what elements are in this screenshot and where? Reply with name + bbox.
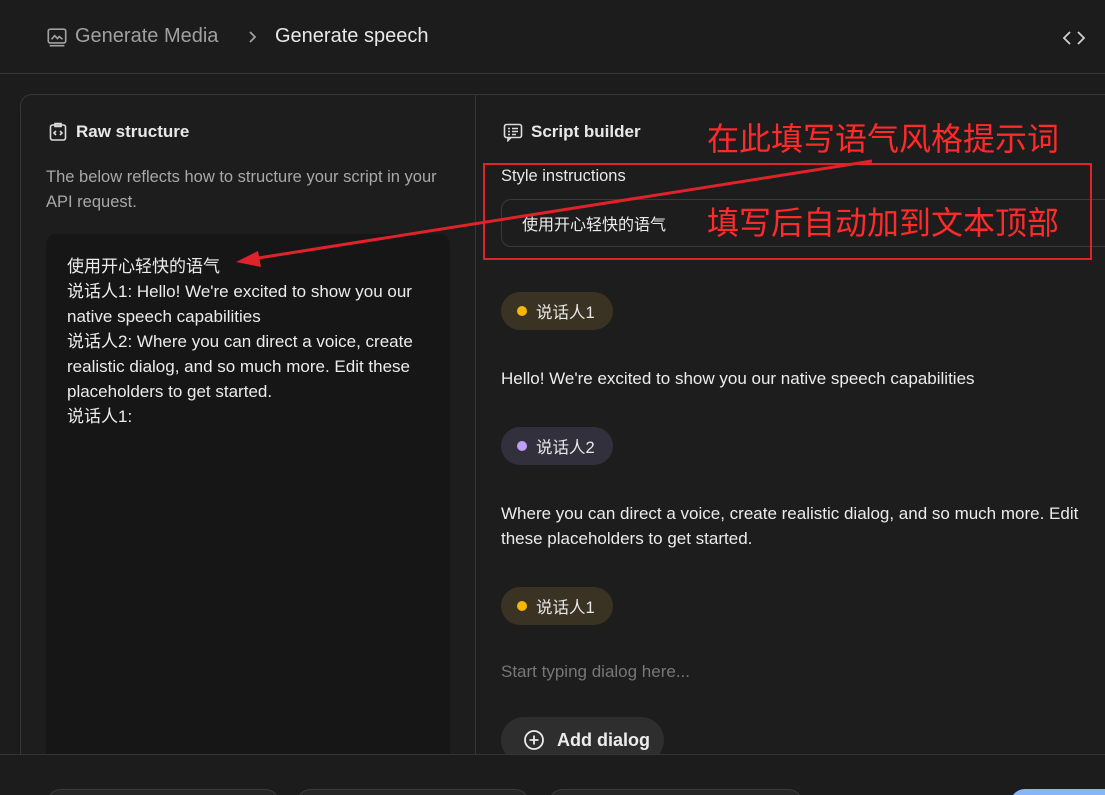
bottom-control-2[interactable] — [296, 789, 530, 795]
add-circle-icon — [524, 730, 544, 750]
image-gallery-icon — [47, 28, 67, 47]
annotation-text-2: 填写后自动加到文本顶部 — [707, 204, 1060, 242]
raw-structure-text: 使用开心轻快的语气 说话人1: Hello! We're excited to … — [67, 254, 437, 429]
speaker-chip-2[interactable]: 说话人2 — [501, 427, 613, 465]
speaker-chip-3[interactable]: 说话人1 — [501, 587, 613, 625]
raw-structure-title: Raw structure — [76, 122, 190, 141]
chevron-right-icon — [249, 31, 257, 43]
speaker-label: 说话人1 — [536, 304, 595, 322]
dialog-text-1[interactable]: Hello! We're excited to show you our nat… — [501, 366, 1091, 391]
code-clipboard-icon — [49, 122, 67, 141]
dialog-text-2[interactable]: Where you can direct a voice, create rea… — [501, 501, 1091, 551]
top-header: Generate Media Generate speech — [0, 0, 1105, 74]
breadcrumb-parent[interactable]: Generate Media — [75, 25, 218, 48]
speaker-dot-icon — [517, 441, 527, 451]
speaker-label: 说话人2 — [536, 439, 595, 457]
speaker-label: 说话人1 — [536, 599, 595, 617]
script-builder-title: Script builder — [531, 122, 641, 141]
annotation-text-1: 在此填写语气风格提示词 — [707, 120, 1060, 158]
bottom-control-3[interactable] — [548, 789, 803, 795]
script-icon — [503, 123, 523, 142]
speaker-chip-1[interactable]: 说话人1 — [501, 292, 613, 330]
raw-line: 说话人2: Where you can direct a voice, crea… — [67, 332, 413, 401]
add-dialog-label: Add dialog — [557, 729, 650, 750]
run-button[interactable] — [1010, 789, 1105, 795]
bottom-control-1[interactable] — [46, 789, 280, 795]
speaker-dot-icon — [517, 306, 527, 316]
raw-structure-description: The below reflects how to structure your… — [46, 168, 437, 211]
raw-line: 说话人1: Hello! We're excited to show you o… — [67, 282, 412, 326]
speaker-dot-icon — [517, 601, 527, 611]
code-icon[interactable] — [1060, 26, 1088, 50]
raw-line: 使用开心轻快的语气 — [67, 257, 220, 276]
page-title: Generate speech — [275, 25, 429, 47]
raw-line: 说话人1: — [67, 407, 133, 426]
column-divider — [475, 95, 476, 755]
dialog-input-3[interactable]: Start typing dialog here... — [501, 662, 690, 682]
